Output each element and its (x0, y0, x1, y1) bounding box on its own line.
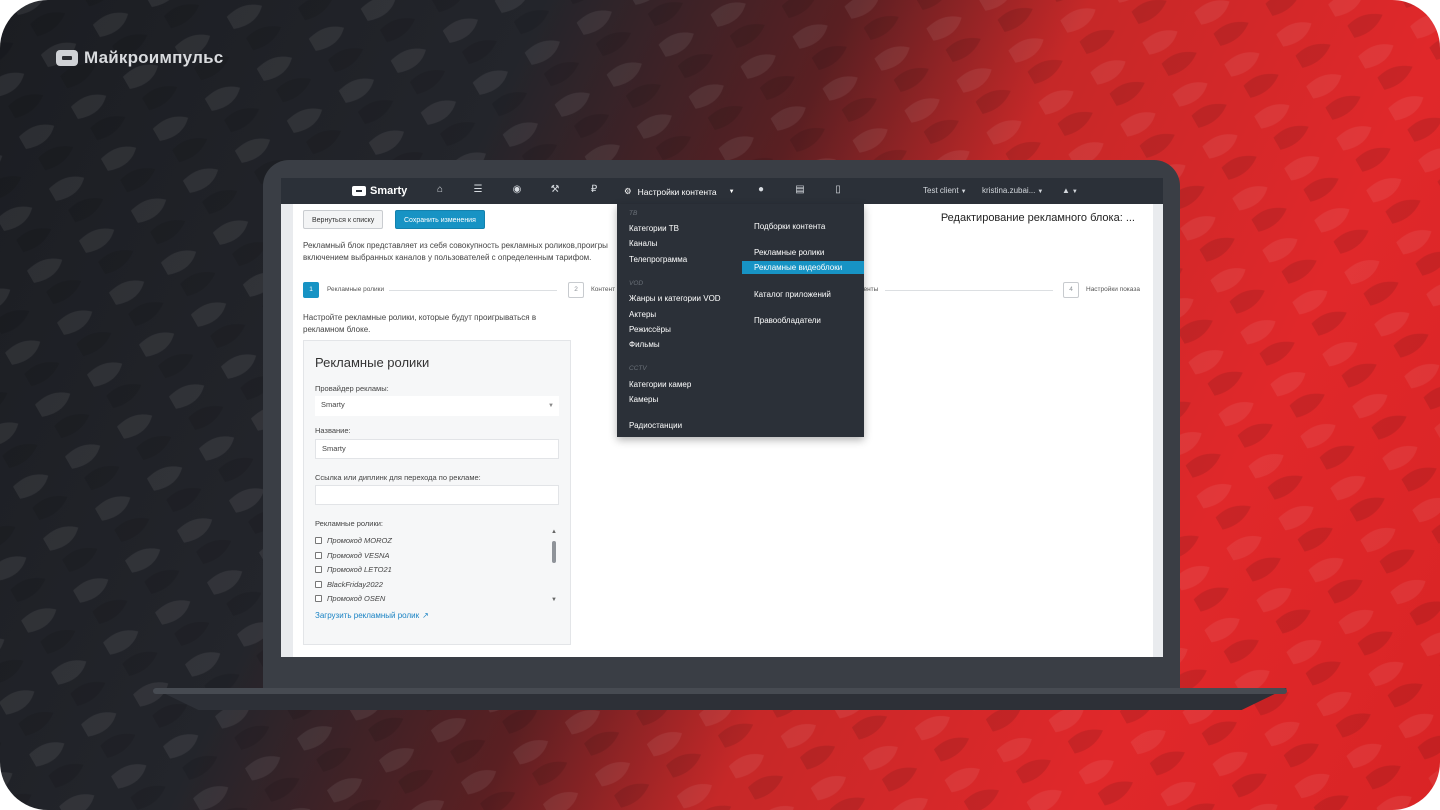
app-screen: Smarty ⌂ ☰ ◉ ⚒ ₽ ⚙ Настройки контента ▼ … (281, 178, 1163, 657)
home-icon[interactable]: ⌂ (434, 184, 446, 196)
promo-background: Майкроимпульс Smarty ⌂ ☰ ◉ ⚒ ₽ ⚙ Настрой… (0, 0, 1440, 810)
checkbox[interactable] (315, 581, 322, 588)
nav-content-settings-label: Настройки контента (637, 186, 717, 197)
upload-video-link[interactable]: Загрузить рекламный ролик ↗ (315, 611, 429, 620)
name-input[interactable]: Smarty (315, 439, 559, 459)
ad-videos-card: Рекламные ролики Провайдер рекламы: Smar… (303, 340, 571, 645)
brand-name: Майкроимпульс (84, 48, 224, 67)
menu-item-actors[interactable]: Актеры (629, 310, 656, 319)
menu-item-ad-videos[interactable]: Рекламные ролики (754, 248, 824, 257)
step-1-badge[interactable]: 1 (303, 282, 319, 298)
chevron-down-icon: ▼ (728, 188, 735, 195)
card-title: Рекламные ролики (315, 355, 430, 370)
video-checkbox-row[interactable]: Промокод OSEN (315, 594, 385, 603)
link-input[interactable] (315, 485, 559, 505)
menu-item-tv-program[interactable]: Телепрограмма (629, 255, 687, 264)
hint-line: рекламном блоке. (303, 325, 371, 334)
video-name: Промокод OSEN (327, 594, 386, 603)
user-icon[interactable]: ● (755, 184, 767, 196)
notifications-menu[interactable]: ▲ ▼ (1062, 186, 1078, 195)
video-name: Промокод VESNA (327, 551, 390, 560)
step-1-label: Рекламные ролики (327, 286, 385, 293)
chevron-down-icon: ▼ (960, 189, 967, 195)
upload-video-link-label: Загрузить рекламный ролик (315, 611, 420, 620)
menu-item-vod-genres[interactable]: Жанры и категории VOD (629, 294, 721, 303)
step-4-badge[interactable]: 4 (1063, 282, 1079, 298)
video-name: BlackFriday2022 (327, 580, 383, 589)
video-name: Промокод LETO21 (327, 565, 392, 574)
step-4-label: Настройки показа (1086, 286, 1140, 293)
bell-icon: ▲ (1062, 186, 1070, 195)
app-logo-text: Smarty (370, 185, 408, 197)
video-checkbox-row[interactable]: Промокод LETO21 (315, 565, 392, 574)
step-hint: Настройте рекламные ролики, которые буду… (303, 312, 563, 336)
content-settings-dropdown: ТВ Категории ТВ Каналы Телепрограмма VOD… (617, 204, 864, 437)
menu-item-content-collections[interactable]: Подборки контента (754, 222, 825, 231)
gear-icon: ⚙ (624, 186, 632, 196)
scroll-down-icon[interactable]: ▼ (551, 597, 557, 603)
user-menu[interactable]: kristina.zubai... ▼ (982, 186, 1043, 195)
user-menu-label: kristina.zubai... (982, 186, 1036, 195)
checkbox[interactable] (315, 537, 322, 544)
menu-item-ad-video-blocks[interactable]: Рекламные видеоблоки (754, 263, 842, 272)
videos-label: Рекламные ролики: (315, 519, 383, 528)
top-navbar: Smarty ⌂ ☰ ◉ ⚒ ₽ ⚙ Настройки контента ▼ … (281, 178, 1163, 204)
video-checkbox-row[interactable]: Промокод MOROZ (315, 536, 392, 545)
hint-line: Настройте рекламные ролики, которые буду… (303, 313, 537, 322)
scrollbar-thumb[interactable] (552, 541, 556, 563)
video-name: Промокод MOROZ (327, 536, 392, 545)
app-logo[interactable]: Smarty (352, 185, 407, 197)
menu-item-directors[interactable]: Режиссёры (629, 325, 671, 334)
eye-icon[interactable]: ◉ (511, 184, 523, 196)
checkbox[interactable] (315, 566, 322, 573)
brand-mark-icon (56, 50, 78, 66)
menu-item-camera-categories[interactable]: Категории камер (629, 380, 691, 389)
provider-label: Провайдер рекламы: (315, 384, 389, 393)
chevron-down-icon: ▼ (548, 403, 554, 409)
chevron-down-icon: ▼ (1071, 189, 1078, 195)
brand-logo: Майкроимпульс (56, 48, 223, 68)
external-link-icon: ↗ (422, 611, 429, 620)
provider-select[interactable]: Smarty ▼ (315, 396, 559, 416)
menu-item-rights-holders[interactable]: Правообладатели (754, 316, 821, 325)
menu-item-cameras[interactable]: Камеры (629, 395, 658, 404)
smarty-logo-icon (352, 186, 366, 196)
step-connector (389, 290, 557, 291)
client-selector-label: Test client (923, 186, 959, 195)
step-2-label: Контент (591, 286, 616, 293)
category-tv: ТВ (629, 210, 638, 217)
menu-item-app-catalog[interactable]: Каталог приложений (754, 290, 831, 299)
client-selector[interactable]: Test client ▼ (923, 186, 967, 195)
link-label: Ссылка или диплинк для перехода по рекла… (315, 473, 481, 482)
provider-select-value: Smarty (321, 400, 345, 409)
menu-item-movies[interactable]: Фильмы (629, 340, 660, 349)
step-2-badge[interactable]: 2 (568, 282, 584, 298)
menu-item-tv-categories[interactable]: Категории ТВ (629, 224, 679, 233)
document-icon[interactable]: ▤ (794, 184, 806, 196)
category-vod: VOD (629, 280, 644, 287)
menu-item-channels[interactable]: Каналы (629, 239, 657, 248)
chevron-down-icon: ▼ (1037, 189, 1044, 195)
scroll-up-icon[interactable]: ▲ (551, 529, 557, 535)
checkbox[interactable] (315, 552, 322, 559)
nav-content-settings[interactable]: ⚙ Настройки контента ▼ (624, 186, 735, 197)
category-cctv: CCTV (629, 365, 647, 372)
server-icon[interactable]: ☰ (472, 184, 484, 196)
video-checkbox-row[interactable]: BlackFriday2022 (315, 580, 383, 589)
back-to-list-button[interactable]: Вернуться к списку (303, 210, 384, 229)
wrench-icon[interactable]: ⚒ (549, 184, 561, 196)
checkbox[interactable] (315, 595, 322, 602)
video-checkbox-row[interactable]: Промокод VESNA (315, 551, 389, 560)
save-changes-button[interactable]: Сохранить изменения (395, 210, 485, 229)
name-label: Название: (315, 426, 351, 435)
laptop-base-edge (153, 688, 1287, 694)
step-connector (885, 290, 1053, 291)
menu-item-radio[interactable]: Радиостанции (629, 421, 682, 430)
ruble-icon[interactable]: ₽ (588, 184, 600, 196)
page-title: Редактирование рекламного блока: ... (940, 212, 1135, 224)
videos-scrollbar[interactable]: ▲ ▼ (551, 529, 557, 605)
chart-icon[interactable]: ▯ (832, 184, 844, 196)
